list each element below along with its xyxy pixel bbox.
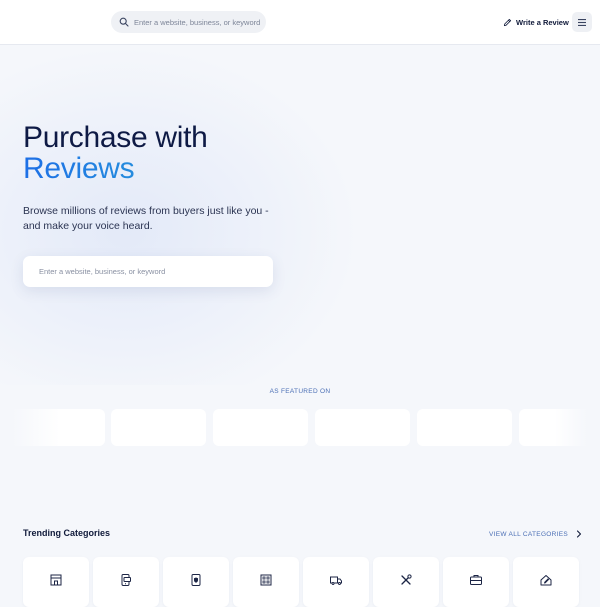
view-all-label: VIEW ALL CATEGORIES — [489, 530, 569, 538]
featured-logo-card — [213, 409, 308, 446]
write-review-label: Write a Review — [516, 17, 569, 27]
storefront-icon — [50, 574, 62, 586]
featured-logo-card — [111, 409, 206, 446]
search-icon — [119, 17, 129, 27]
phone-money-icon — [121, 574, 131, 586]
header-search-bar[interactable] — [111, 11, 266, 33]
tools-icon — [401, 574, 412, 585]
logo-strip-fade-left — [0, 405, 60, 451]
building-icon — [260, 574, 272, 586]
write-review-button[interactable]: Write a Review — [503, 14, 569, 30]
top-header: Write a Review — [0, 0, 600, 45]
featured-label: AS FEATURED ON — [269, 388, 331, 395]
featured-logo-card — [417, 409, 512, 446]
view-all-categories-link[interactable]: VIEW ALL CATEGORIES — [489, 528, 583, 540]
hero-search-input[interactable] — [39, 267, 259, 276]
featured-logo-strip — [0, 409, 600, 447]
pencil-icon — [503, 18, 512, 26]
hamburger-menu-icon — [578, 18, 586, 26]
hero-title-accent: Reviews — [23, 153, 208, 184]
header-search-input[interactable] — [134, 17, 264, 27]
hero-title: Purchase with Reviews — [23, 122, 208, 184]
shield-icon — [191, 574, 201, 586]
trending-categories-title: Trending Categories — [23, 528, 111, 538]
home-edit-icon — [540, 575, 552, 586]
menu-button[interactable] — [572, 12, 592, 32]
hero-title-line1: Purchase with — [23, 121, 208, 154]
featured-logo-card — [315, 409, 410, 446]
logo-strip-fade-right — [555, 405, 600, 451]
truck-icon — [330, 576, 342, 585]
hero-search-bar[interactable] — [23, 256, 273, 287]
briefcase-icon — [470, 575, 482, 585]
hero-subtitle: Browse millions of reviews from buyers j… — [23, 205, 269, 232]
chevron-right-icon — [576, 530, 582, 538]
